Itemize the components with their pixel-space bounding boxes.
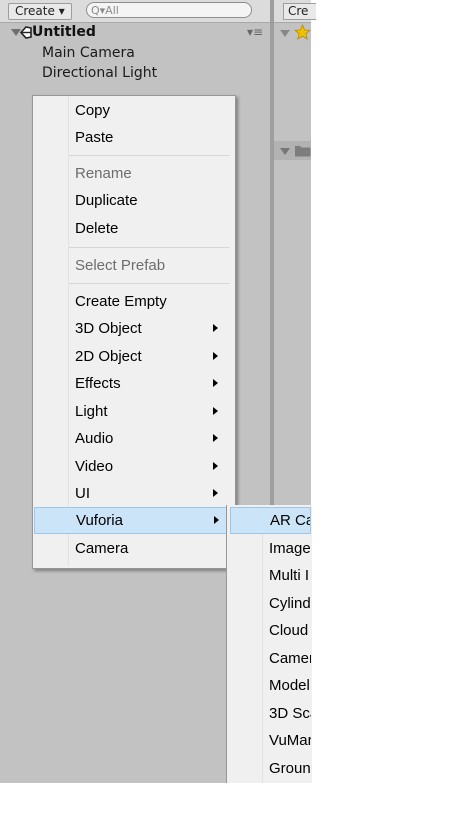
menu-item-light[interactable]: Light xyxy=(33,398,231,425)
menu-item-label: Create Empty xyxy=(75,293,167,310)
menu-item-label: Duplicate xyxy=(75,192,138,209)
submenu-item-cloud[interactable]: Cloud xyxy=(230,617,311,644)
submenu-item-image[interactable]: Image xyxy=(230,535,311,562)
submenu-item-ground[interactable]: Groun xyxy=(230,755,311,782)
menu-item-3d-object[interactable]: 3D Object xyxy=(33,315,231,342)
submenu-arrow-icon xyxy=(213,352,218,360)
submenu-item-label: 3D Sca xyxy=(269,705,311,722)
submenu-item-3d-scan[interactable]: 3D Sca xyxy=(230,700,311,727)
hierarchy-item-main-camera[interactable]: Main Camera xyxy=(42,43,135,63)
menu-item-ui[interactable]: UI xyxy=(33,480,231,507)
submenu-item-vumark[interactable]: VuMar xyxy=(230,727,311,754)
submenu-arrow-icon xyxy=(214,516,219,524)
menu-separator xyxy=(69,283,230,284)
submenu-item-label: Groun xyxy=(269,760,311,777)
submenu-item-label: Cloud xyxy=(269,622,309,639)
menu-item-video[interactable]: Video xyxy=(33,453,231,480)
menu-item-paste[interactable]: Paste xyxy=(33,124,231,151)
menu-separator xyxy=(69,247,230,248)
menu-item-rename: Rename xyxy=(33,160,231,187)
favorites-foldout-icon[interactable] xyxy=(280,30,290,37)
create-dropdown-button[interactable]: Create ▾ xyxy=(8,3,72,20)
menu-item-label: Copy xyxy=(75,102,111,119)
submenu-item-label: Image xyxy=(269,540,311,557)
submenu-arrow-icon xyxy=(213,462,218,470)
hierarchy-item-directional-light[interactable]: Directional Light xyxy=(42,63,157,83)
menu-separator xyxy=(69,155,230,156)
menu-item-vuforia[interactable]: Vuforia xyxy=(34,507,231,534)
submenu-item-label: Cylind xyxy=(269,595,311,612)
menu-item-label: Paste xyxy=(75,129,114,146)
menu-item-label: UI xyxy=(75,485,90,502)
submenu-arrow-icon xyxy=(213,324,218,332)
menu-item-audio[interactable]: Audio xyxy=(33,425,231,452)
folder-icon xyxy=(295,146,311,157)
hierarchy-search-input[interactable]: Q▾All xyxy=(86,2,252,18)
submenu-item-multi-image[interactable]: Multi I xyxy=(230,562,311,589)
menu-item-label: Camera xyxy=(75,540,129,557)
submenu-item-ar-camera[interactable]: AR Ca xyxy=(230,507,311,534)
project-create-button[interactable]: Cre xyxy=(283,3,316,20)
menu-item-label: Effects xyxy=(75,375,121,392)
menu-item-label: 2D Object xyxy=(75,348,142,365)
submenu-item-cylinder[interactable]: Cylind xyxy=(230,590,311,617)
scene-title[interactable]: Untitled xyxy=(32,23,96,42)
favorites-star-icon xyxy=(294,24,311,40)
menu-item-duplicate[interactable]: Duplicate xyxy=(33,187,231,214)
submenu-item-model[interactable]: Model xyxy=(230,672,311,699)
submenu-arrow-icon xyxy=(213,489,218,497)
menu-item-create-empty[interactable]: Create Empty xyxy=(33,288,231,315)
menu-item-label: Video xyxy=(75,458,114,475)
submenu-item-camera[interactable]: Camer xyxy=(230,645,311,672)
menu-item-copy[interactable]: Copy xyxy=(33,97,231,124)
submenu-item-label: AR Ca xyxy=(270,512,311,529)
menu-item-label: Light xyxy=(75,403,108,420)
submenu-arrow-icon xyxy=(213,379,218,387)
submenu-item-label: VuMar xyxy=(269,732,311,749)
submenu-item-label: Model xyxy=(269,677,310,694)
menu-item-camera[interactable]: Camera xyxy=(33,535,231,562)
menu-item-delete[interactable]: Delete xyxy=(33,215,231,242)
menu-item-select-prefab: Select Prefab xyxy=(33,252,231,279)
menu-item-label: Rename xyxy=(75,165,132,182)
menu-item-label: 3D Object xyxy=(75,320,142,337)
submenu-arrow-icon xyxy=(213,407,218,415)
menu-item-2d-object[interactable]: 2D Object xyxy=(33,343,231,370)
menu-item-effects[interactable]: Effects xyxy=(33,370,231,397)
assets-foldout-icon[interactable] xyxy=(280,148,290,155)
submenu-item-label: Camer xyxy=(269,650,311,667)
menu-item-label: Delete xyxy=(75,220,119,237)
scene-options-icon[interactable]: ▾≡ xyxy=(247,25,263,39)
submenu-item-label: Multi I xyxy=(269,567,310,584)
menu-item-label: Vuforia xyxy=(76,512,123,529)
menu-item-label: Audio xyxy=(75,430,114,447)
unity-scene-icon xyxy=(20,26,32,39)
submenu-arrow-icon xyxy=(213,434,218,442)
menu-item-label: Select Prefab xyxy=(75,257,166,274)
